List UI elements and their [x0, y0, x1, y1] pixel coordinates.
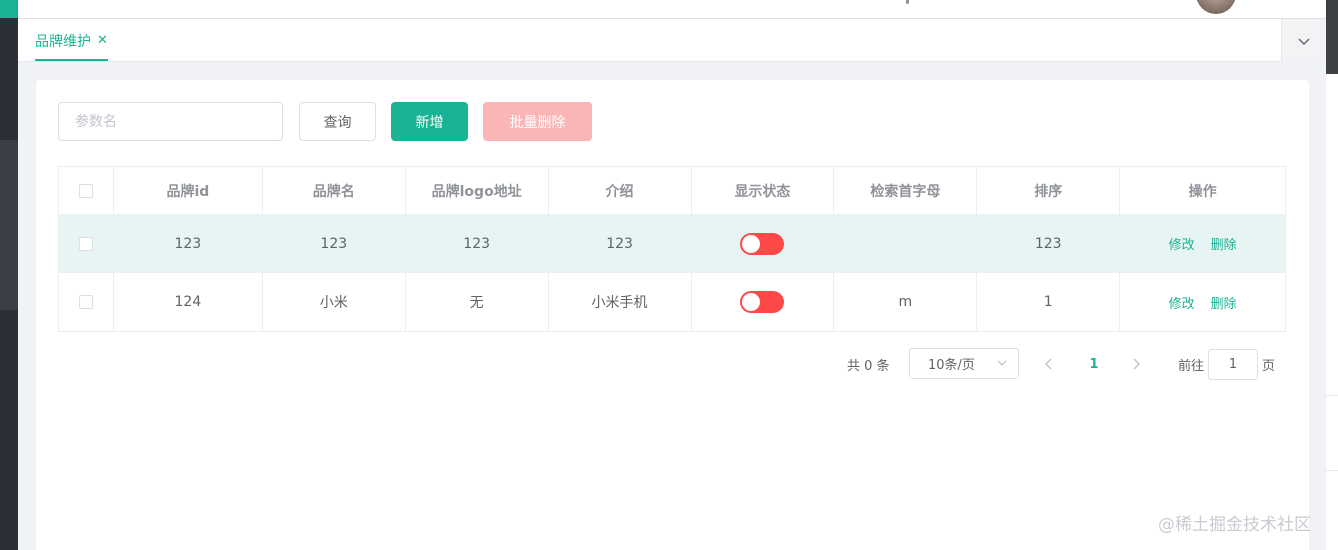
- edit-link[interactable]: 修改: [1169, 234, 1195, 253]
- background-window-edge: [1326, 0, 1338, 550]
- cell-first-letter: [834, 215, 978, 272]
- pagination: 共 0 条 10条/页 1 前往 页: [36, 348, 1309, 380]
- switch-knob: [742, 234, 761, 253]
- app-window: 品牌维护 ✕ 查询 新增 批量删除 品牌id 品牌名 品牌logo地址 介绍 显…: [18, 0, 1326, 550]
- table-row: 123 123 123 123 123 修改 删除: [59, 215, 1285, 273]
- chevron-down-icon: [997, 360, 1007, 366]
- row-select-cell: [59, 273, 114, 331]
- sidebar-band: [0, 140, 18, 310]
- edit-link[interactable]: 修改: [1169, 293, 1195, 312]
- navbar-indicator: [906, 0, 909, 4]
- total-count: 共 0 条: [847, 358, 890, 374]
- column-header: 显示状态: [692, 167, 835, 214]
- cell-brand-logo: 123: [406, 215, 549, 272]
- watermark: @稀土掘金技术社区: [1158, 515, 1311, 535]
- search-input[interactable]: [58, 102, 283, 141]
- page-number[interactable]: 1: [1088, 348, 1100, 380]
- show-status-switch[interactable]: [740, 232, 785, 255]
- edge-dark-block: [1326, 0, 1338, 74]
- batch-delete-button[interactable]: 批量删除: [483, 102, 592, 141]
- column-header: 品牌id: [114, 167, 263, 214]
- goto-prefix: 前往: [1178, 358, 1205, 374]
- prev-page-button[interactable]: [1044, 348, 1054, 380]
- show-status-switch[interactable]: [740, 291, 785, 313]
- tabs-dropdown-button[interactable]: [1281, 19, 1326, 62]
- active-tab-underline: [35, 59, 108, 61]
- table-row: 124 小米 无 小米手机 m 1 修改 删除: [59, 273, 1285, 331]
- cell-show-status: [692, 273, 835, 331]
- chevron-right-icon: [1133, 358, 1141, 370]
- row-checkbox[interactable]: [78, 295, 93, 309]
- cell-brand-logo: 无: [406, 273, 549, 331]
- chevron-left-icon: [1044, 358, 1052, 370]
- avatar[interactable]: [1196, 0, 1236, 14]
- add-button[interactable]: 新增: [391, 102, 468, 141]
- edge-divider: [1326, 395, 1338, 396]
- column-header: 排序: [977, 167, 1121, 214]
- sidebar-accent: [0, 0, 18, 18]
- page-size-value: 10条/页: [928, 358, 975, 373]
- brand-table: 品牌id 品牌名 品牌logo地址 介绍 显示状态 检索首字母 排序 操作 12…: [58, 166, 1286, 332]
- switch-knob: [742, 293, 761, 311]
- goto-page: 前往 页: [1178, 348, 1275, 380]
- tab-brand-maintenance[interactable]: 品牌维护 ✕: [35, 19, 108, 62]
- cell-show-status: [692, 215, 835, 272]
- goto-suffix: 页: [1262, 358, 1276, 374]
- column-header: 操作: [1188, 183, 1217, 200]
- cell-brand-id: 124: [114, 273, 263, 331]
- cell-brand-name: 小米: [263, 273, 406, 331]
- next-page-button[interactable]: [1131, 348, 1141, 380]
- cell-description: 123: [549, 215, 692, 272]
- delete-link[interactable]: 删除: [1211, 234, 1237, 253]
- background-sidebar-strip: [0, 0, 18, 550]
- column-header: 品牌名: [263, 167, 406, 214]
- query-button[interactable]: 查询: [299, 102, 376, 141]
- tab-label: 品牌维护: [35, 33, 91, 50]
- cell-sort: 123: [977, 215, 1121, 272]
- row-select-cell: [59, 215, 114, 272]
- edge-divider-2: [1326, 470, 1338, 471]
- header-select-cell: [59, 167, 114, 214]
- table-header: 品牌id 品牌名 品牌logo地址 介绍 显示状态 检索首字母 排序 操作: [59, 167, 1285, 215]
- page-size-select[interactable]: 10条/页: [909, 348, 1019, 379]
- chevron-down-icon: [1298, 38, 1310, 45]
- goto-page-input[interactable]: [1208, 348, 1259, 380]
- row-checkbox[interactable]: [78, 236, 93, 251]
- close-icon[interactable]: ✕: [97, 33, 108, 48]
- content-card: 查询 新增 批量删除 品牌id 品牌名 品牌logo地址 介绍 显示状态 检索首…: [36, 80, 1309, 550]
- row-actions: 修改 删除: [1169, 293, 1237, 312]
- cell-operations: 修改 删除: [1120, 215, 1285, 272]
- column-header: 介绍: [549, 167, 692, 214]
- cell-sort: 1: [977, 273, 1121, 331]
- tabs-bar: 品牌维护 ✕: [18, 19, 1326, 62]
- cell-operations: 修改 删除: [1120, 273, 1285, 331]
- row-actions: 修改 删除: [1169, 234, 1237, 253]
- column-header: 检索首字母: [834, 167, 978, 214]
- column-header: 品牌logo地址: [406, 167, 549, 214]
- cell-brand-name: 123: [263, 215, 406, 272]
- cell-description: 小米手机: [549, 273, 692, 331]
- top-navbar: [18, 0, 1326, 18]
- delete-link[interactable]: 删除: [1211, 293, 1237, 312]
- cell-first-letter: m: [834, 273, 978, 331]
- cell-brand-id: 123: [114, 215, 263, 272]
- select-all-checkbox[interactable]: [78, 183, 93, 198]
